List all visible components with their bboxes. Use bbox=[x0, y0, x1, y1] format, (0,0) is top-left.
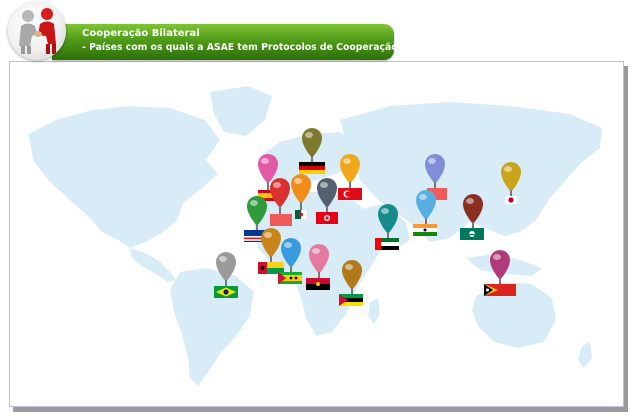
landmass-greenland bbox=[210, 86, 272, 136]
landmass-madagascar bbox=[368, 298, 380, 324]
map-pin-timor[interactable] bbox=[484, 248, 516, 300]
page-title: Cooperação Bilateral bbox=[82, 28, 200, 39]
pin-marker-icon bbox=[340, 154, 360, 188]
pin-marker-icon bbox=[425, 154, 445, 188]
map-pin-turkey[interactable] bbox=[337, 152, 363, 204]
angola-flag bbox=[306, 278, 330, 290]
pin-marker-icon bbox=[247, 196, 267, 230]
macau-flag bbox=[460, 228, 484, 240]
pin-marker-icon bbox=[291, 174, 311, 210]
map-pin-brazil[interactable] bbox=[213, 250, 239, 302]
landmass-south-america bbox=[170, 268, 254, 386]
japan-flag bbox=[505, 196, 517, 204]
timor-flag bbox=[484, 284, 516, 296]
tunisia-flag bbox=[316, 212, 338, 224]
pin-marker-icon bbox=[490, 250, 510, 284]
sao-tome-flag bbox=[278, 272, 302, 284]
handshake-icon bbox=[19, 8, 56, 54]
world-map-panel bbox=[9, 61, 624, 407]
india-flag bbox=[413, 224, 437, 236]
pin-marker-icon bbox=[463, 194, 483, 228]
map-pin-macau[interactable] bbox=[460, 192, 486, 244]
pin-marker-icon bbox=[309, 244, 329, 278]
map-pin-japan[interactable] bbox=[499, 160, 523, 212]
uae-flag bbox=[375, 238, 399, 250]
map-pin-angola[interactable] bbox=[306, 242, 332, 294]
map-pin-tunisia[interactable] bbox=[315, 176, 339, 228]
map-pin-uae[interactable] bbox=[375, 202, 401, 254]
page-subtitle: - Países com os quais a ASAE tem Protoco… bbox=[82, 42, 446, 53]
landmass-central-america bbox=[130, 248, 176, 282]
landmass-new-zealand bbox=[578, 342, 592, 368]
pin-marker-icon bbox=[216, 252, 236, 286]
asae-logo bbox=[8, 2, 66, 60]
map-pin-mozambique[interactable] bbox=[339, 258, 365, 310]
title-banner: Cooperação Bilateral - Países com os qua… bbox=[52, 24, 445, 60]
map-pin-algeria[interactable] bbox=[289, 172, 313, 224]
pin-marker-icon bbox=[270, 178, 290, 214]
pin-marker-icon bbox=[342, 260, 362, 294]
map-pin-india[interactable] bbox=[413, 188, 439, 240]
pin-marker-icon bbox=[416, 190, 436, 224]
pin-marker-icon bbox=[281, 238, 301, 272]
pin-marker-icon bbox=[501, 162, 521, 196]
germany-flag bbox=[299, 162, 325, 174]
turkey-flag bbox=[338, 188, 362, 200]
pin-marker-icon bbox=[378, 204, 398, 238]
pin-marker-icon bbox=[302, 128, 322, 162]
world-map bbox=[28, 86, 602, 386]
header: Cooperação Bilateral - Países com os qua… bbox=[0, 0, 629, 64]
map-pin-germany[interactable] bbox=[299, 126, 325, 178]
pin-marker-icon bbox=[317, 178, 337, 212]
landmass-north-america bbox=[28, 106, 220, 248]
mozambique-flag bbox=[339, 294, 363, 306]
algeria-flag bbox=[295, 210, 307, 219]
map-pin-sao-tome[interactable] bbox=[278, 236, 304, 288]
brazil-flag bbox=[214, 286, 238, 298]
